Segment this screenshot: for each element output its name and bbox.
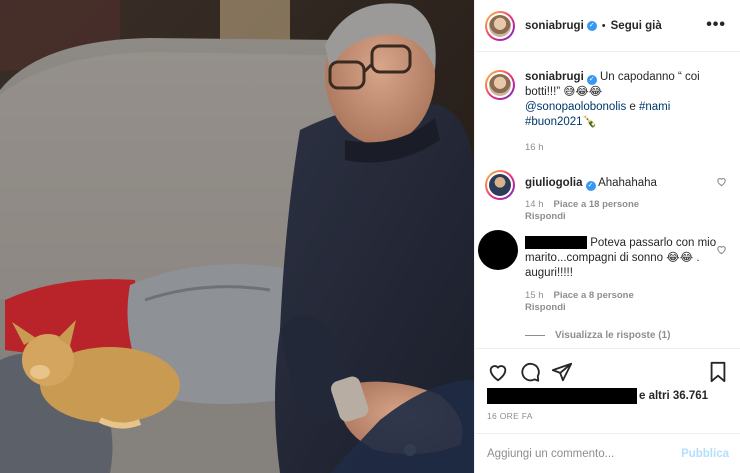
comment-item: Poteva passarlo con mio marito...compagn… bbox=[478, 230, 731, 314]
author-username[interactable]: soniabrugi bbox=[525, 20, 584, 32]
redacted-liker bbox=[487, 388, 637, 404]
comment-time[interactable]: 14 h bbox=[525, 199, 544, 210]
comment-username[interactable]: giuliogolia bbox=[525, 177, 583, 189]
caption-joiner: e bbox=[626, 101, 639, 113]
comment-text: Ahahahaha bbox=[598, 177, 657, 189]
action-bar bbox=[475, 348, 740, 388]
comment-body: Poteva passarlo con mio marito...compagn… bbox=[525, 234, 731, 281]
comments-list: soniabrugi ✓ Un capodanno “ coi botti!!!”… bbox=[475, 52, 740, 348]
hashtag-link[interactable]: #buon2021 bbox=[525, 116, 583, 128]
header-separator: • bbox=[601, 19, 606, 32]
comment-item: giuliogolia ✓ Ahahahaha 14 h Piace a 18 pe… bbox=[485, 170, 731, 223]
hashtag-link[interactable]: #nami bbox=[639, 101, 670, 113]
mention-link[interactable]: @sonopaolobonolis bbox=[525, 101, 626, 113]
likes-count[interactable]: e altri 36.761 bbox=[639, 390, 708, 402]
bookmark-icon[interactable] bbox=[707, 361, 729, 383]
post-date[interactable]: 16 ORE FA bbox=[487, 411, 533, 421]
reply-button[interactable]: Rispondi bbox=[525, 211, 566, 222]
commenter-avatar[interactable] bbox=[485, 170, 515, 200]
reply-button[interactable]: Rispondi bbox=[525, 302, 566, 313]
comment-body: giuliogolia ✓ Ahahahaha bbox=[525, 170, 731, 191]
add-comment-bar: Pubblica bbox=[475, 433, 740, 473]
share-icon[interactable] bbox=[551, 361, 573, 383]
caption-emoji: 🍾 bbox=[582, 116, 597, 128]
publish-button[interactable]: Pubblica bbox=[681, 448, 729, 460]
commenter-avatar-redacted[interactable] bbox=[478, 230, 518, 270]
redacted-username bbox=[525, 236, 587, 250]
comment-input[interactable] bbox=[487, 447, 682, 460]
post-header: soniabrugi ✓ • Segui già ••• bbox=[475, 0, 740, 52]
caption-username[interactable]: soniabrugi bbox=[525, 71, 584, 83]
caption-time[interactable]: 16 h bbox=[525, 142, 544, 153]
view-replies-button[interactable]: Visualizza le risposte (1) bbox=[525, 330, 670, 341]
post-photo[interactable] bbox=[0, 0, 474, 473]
photo-illustration bbox=[0, 0, 474, 473]
likes-summary[interactable]: e altri 36.761 bbox=[487, 388, 733, 404]
comment-time[interactable]: 15 h bbox=[525, 290, 544, 301]
caption-meta: 16 h bbox=[525, 142, 731, 154]
view-replies-label: Visualizza le risposte (1) bbox=[555, 330, 671, 341]
comment-meta: 14 h Piace a 18 persone Rispondi bbox=[525, 199, 731, 223]
more-options-icon[interactable]: ••• bbox=[706, 16, 726, 34]
caption: soniabrugi ✓ Un capodanno “ coi botti!!!”… bbox=[485, 70, 731, 154]
caption-avatar[interactable] bbox=[485, 70, 515, 100]
caption-body: soniabrugi ✓ Un capodanno “ coi botti!!!”… bbox=[525, 70, 731, 130]
verified-badge-icon: ✓ bbox=[586, 20, 597, 31]
instagram-post: soniabrugi ✓ • Segui già ••• soniabrugi ✓… bbox=[0, 0, 740, 473]
header-text: soniabrugi ✓ • Segui già bbox=[525, 20, 662, 32]
comment-likes[interactable]: Piace a 18 persone bbox=[554, 199, 640, 210]
comment-icon[interactable] bbox=[519, 361, 541, 383]
comment-meta: 15 h Piace a 8 persone Rispondi bbox=[525, 290, 731, 314]
verified-badge-icon: ✓ bbox=[585, 181, 596, 191]
replies-line bbox=[525, 335, 545, 336]
author-avatar[interactable] bbox=[485, 10, 515, 41]
following-button[interactable]: Segui già bbox=[611, 20, 662, 32]
comment-likes[interactable]: Piace a 8 persone bbox=[554, 290, 634, 301]
post-side-panel: soniabrugi ✓ • Segui già ••• soniabrugi ✓… bbox=[474, 0, 740, 473]
heart-icon[interactable] bbox=[716, 176, 727, 187]
heart-icon[interactable] bbox=[716, 244, 727, 255]
heart-icon[interactable] bbox=[487, 361, 509, 383]
verified-badge-icon: ✓ bbox=[586, 75, 597, 85]
